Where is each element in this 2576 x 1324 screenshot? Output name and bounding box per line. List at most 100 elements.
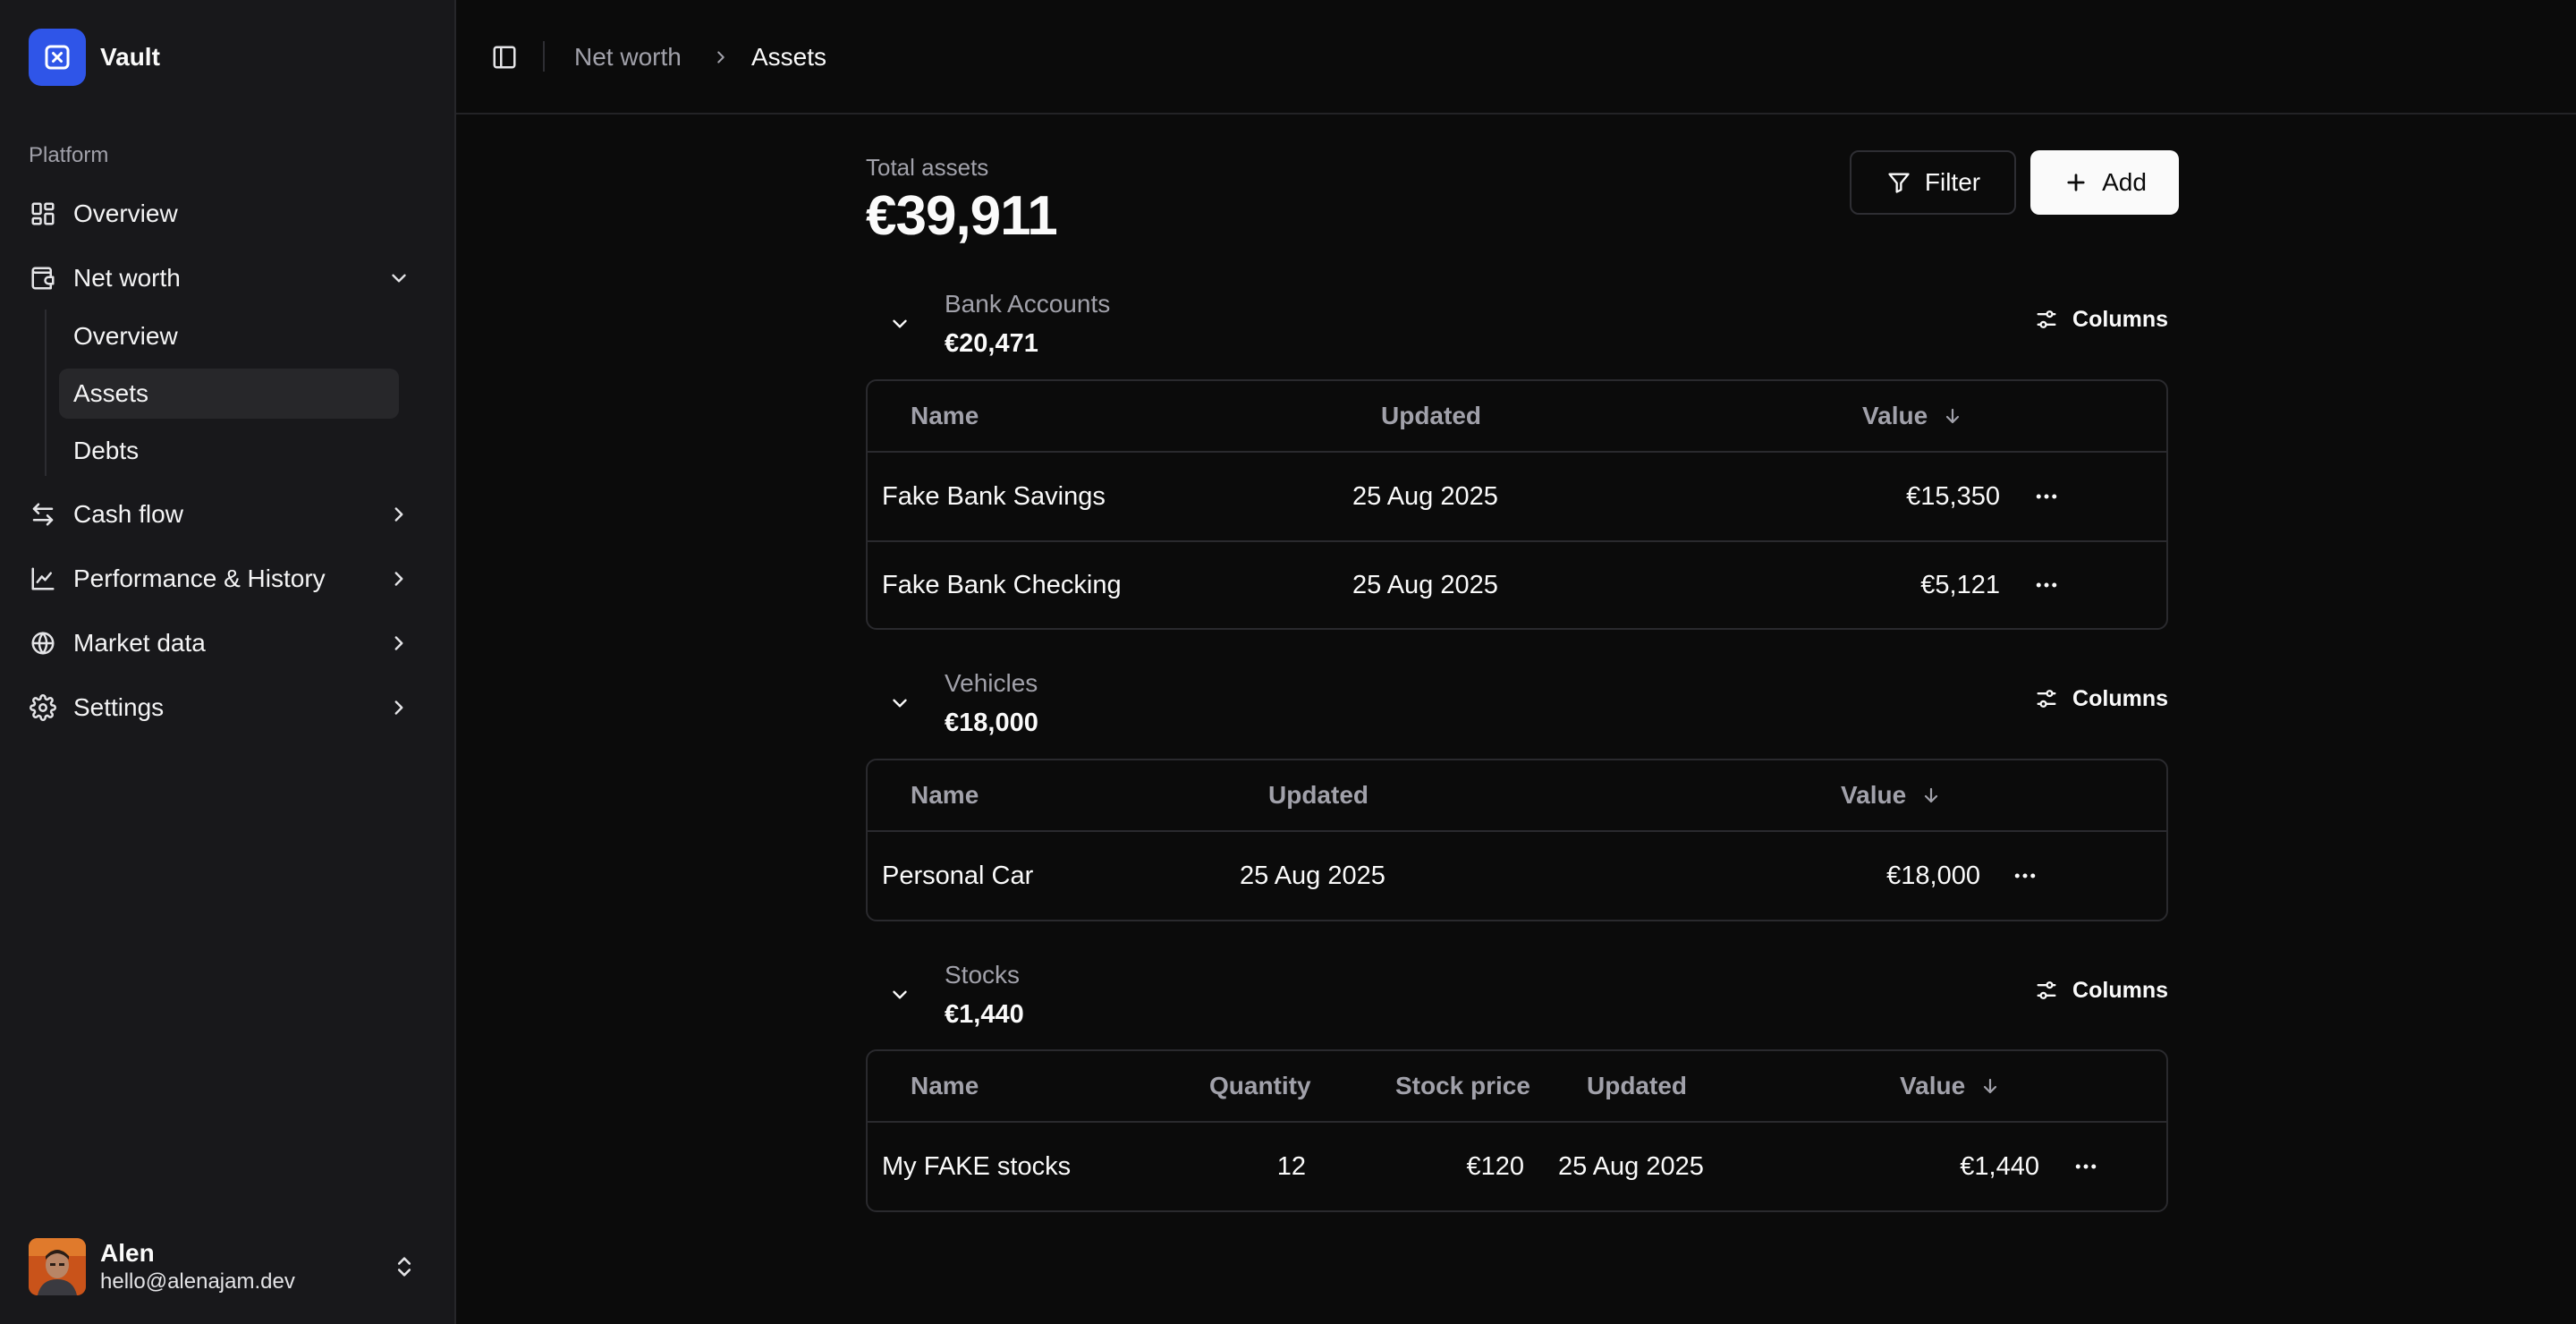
cell-value: €1,440 [1960, 1151, 2039, 1181]
column-header-value-label: Value [1900, 1072, 1966, 1099]
columns-button[interactable]: Columns [2033, 299, 2168, 340]
add-button-label: Add [2102, 168, 2147, 196]
chevron-down-icon[interactable] [385, 264, 413, 293]
stocks-table: Name Quantity Stock price Updated Value … [866, 1049, 2168, 1212]
avatar [29, 1238, 86, 1295]
table-row[interactable]: Personal Car 25 Aug 2025 €18,000 [868, 832, 2166, 920]
topbar: Net worth Assets [456, 0, 2576, 115]
total-assets-value: €39,911 [866, 185, 1058, 247]
chevron-right-icon[interactable] [385, 693, 413, 722]
user-menu[interactable]: Alen hello@alenajam.dev [29, 1236, 429, 1297]
sidebar-item-market-data[interactable]: Market data [21, 617, 435, 669]
cell-value: €5,121 [1920, 570, 2000, 599]
group-total: €20,471 [945, 329, 1038, 358]
table-row[interactable]: Fake Bank Checking 25 Aug 2025 €5,121 [868, 540, 2166, 628]
columns-button-label: Columns [2072, 306, 2168, 332]
sidebar-item-label: Market data [73, 629, 206, 657]
chevron-down-icon[interactable] [884, 979, 916, 1011]
table-header: Name Quantity Stock price Updated Value [868, 1051, 2166, 1123]
column-header-value[interactable]: Value [1862, 381, 1965, 451]
sidebar-item-net-worth[interactable]: Net worth [21, 252, 435, 304]
sidebar-item-label: Overview [73, 199, 178, 227]
wallet-icon [29, 264, 57, 293]
columns-button[interactable]: Columns [2033, 678, 2168, 719]
column-header-quantity[interactable]: Quantity [1209, 1051, 1311, 1121]
column-header-name[interactable]: Name [911, 381, 979, 451]
table-row[interactable]: Fake Bank Savings 25 Aug 2025 €15,350 [868, 453, 2166, 540]
row-actions[interactable] [2029, 453, 2064, 540]
sliders-icon [2033, 306, 2060, 333]
sliders-icon [2033, 685, 2060, 712]
column-header-updated[interactable]: Updated [1268, 760, 1368, 830]
sidebar: Vault Platform Overview Net worth Overvi… [0, 0, 456, 1324]
arrow-down-icon [1919, 783, 1944, 808]
group-header-vehicles: Vehicles €18,000 Columns [866, 669, 2168, 750]
group-name: Stocks [945, 961, 1021, 989]
chevron-down-icon[interactable] [884, 308, 916, 340]
arrow-down-icon [1978, 1074, 2003, 1099]
chevron-right-icon[interactable] [385, 500, 413, 529]
sidebar-item-cash-flow[interactable]: Cash flow [21, 488, 435, 540]
filter-button-label: Filter [1924, 168, 1981, 196]
sidebar-item-overview[interactable]: Overview [21, 188, 435, 240]
breadcrumb-parent[interactable]: Net worth [574, 41, 682, 73]
group-total: €18,000 [945, 709, 1038, 737]
group-name: Vehicles [945, 669, 1038, 697]
breadcrumb-current: Assets [751, 43, 827, 71]
row-actions[interactable] [2029, 542, 2064, 628]
cell-updated: 25 Aug 2025 [1352, 570, 1498, 599]
more-horizontal-icon[interactable] [2029, 479, 2064, 514]
column-header-value[interactable]: Value [1841, 760, 1944, 830]
add-button[interactable]: Add [2030, 150, 2179, 215]
cell-quantity: 12 [1276, 1151, 1306, 1181]
filter-icon [1885, 169, 1912, 196]
sidebar-section-label: Platform [29, 143, 109, 167]
arrows-left-right-icon [29, 500, 57, 529]
cell-stock-price: €120 [1466, 1151, 1524, 1181]
column-header-value-label: Value [1862, 402, 1928, 429]
sidebar-item-label: Settings [73, 693, 165, 721]
more-horizontal-icon[interactable] [2007, 858, 2043, 894]
group-header-stocks: Stocks €1,440 Columns [866, 961, 2168, 1041]
column-header-value[interactable]: Value [1900, 1051, 2003, 1121]
sidebar-item-settings[interactable]: Settings [21, 682, 435, 734]
group-header-bank-accounts: Bank Accounts €20,471 Columns [866, 290, 2168, 370]
cell-name: My FAKE stocks [882, 1151, 1072, 1181]
cell-updated: 25 Aug 2025 [1352, 481, 1498, 511]
sidebar-subitem-overview[interactable]: Overview [59, 311, 399, 361]
column-header-name[interactable]: Name [911, 760, 979, 830]
globe-icon [29, 629, 57, 658]
row-actions[interactable] [2007, 832, 2043, 920]
sidebar-item-label: Net worth [73, 264, 181, 292]
cell-value: €15,350 [1906, 481, 2000, 511]
column-header-updated[interactable]: Updated [1587, 1051, 1687, 1121]
sidebar-toggle-icon[interactable] [488, 41, 521, 73]
filter-button[interactable]: Filter [1850, 150, 2016, 215]
more-horizontal-icon[interactable] [2029, 567, 2064, 603]
row-actions[interactable] [2068, 1123, 2104, 1210]
bank-accounts-table: Name Updated Value Fake Bank Savings 25 … [866, 379, 2168, 630]
column-header-stock-price[interactable]: Stock price [1395, 1051, 1530, 1121]
column-header-name[interactable]: Name [911, 1051, 979, 1121]
column-header-updated[interactable]: Updated [1381, 381, 1481, 451]
columns-button[interactable]: Columns [2033, 970, 2168, 1011]
subnav-guide-line [45, 310, 47, 476]
table-row[interactable]: My FAKE stocks 12 €120 25 Aug 2025 €1,44… [868, 1123, 2166, 1210]
chevrons-up-down-icon[interactable] [390, 1252, 419, 1281]
sidebar-subitem-debts[interactable]: Debts [59, 426, 399, 476]
sidebar-item-performance-history[interactable]: Performance & History [21, 553, 435, 605]
cell-value: €18,000 [1886, 861, 1980, 890]
brand[interactable]: Vault [29, 29, 160, 86]
user-name: Alen [100, 1239, 155, 1267]
chevron-right-icon [708, 45, 733, 70]
cell-name: Personal Car [882, 861, 1034, 890]
sidebar-item-label: Performance & History [73, 564, 326, 592]
chevron-right-icon[interactable] [385, 564, 413, 593]
table-header: Name Updated Value [868, 381, 2166, 453]
line-chart-icon [29, 564, 57, 593]
sidebar-subitem-assets[interactable]: Assets [59, 369, 399, 419]
more-horizontal-icon[interactable] [2068, 1149, 2104, 1184]
cell-updated: 25 Aug 2025 [1558, 1151, 1704, 1181]
chevron-right-icon[interactable] [385, 629, 413, 658]
chevron-down-icon[interactable] [884, 687, 916, 719]
